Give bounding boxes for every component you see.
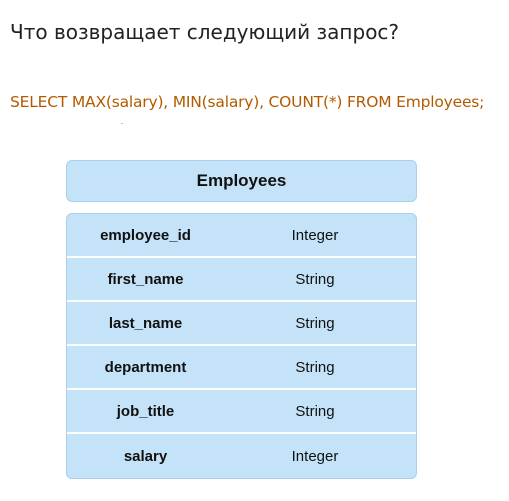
field-type: String <box>295 314 335 332</box>
field-row: last_name String <box>67 302 416 346</box>
field-row: first_name String <box>67 258 416 302</box>
field-name: salary <box>123 447 168 465</box>
question-text: Что возвращает следующий запрос? <box>10 20 400 44</box>
field-name: last_name <box>108 314 183 332</box>
employees-table-schema: Employees employee_id Integer first_name… <box>66 160 417 479</box>
field-name: employee_id <box>100 226 191 244</box>
field-type: Integer <box>291 226 339 244</box>
sql-query: SELECT MAX(salary), MIN(salary), COUNT(*… <box>10 93 485 111</box>
table-title: Employees <box>66 160 417 202</box>
stray-dot <box>121 123 123 124</box>
field-type: String <box>295 270 335 288</box>
field-name: department <box>104 358 187 376</box>
field-name: job_title <box>116 402 175 420</box>
field-row: employee_id Integer <box>67 214 416 258</box>
field-row: department String <box>67 346 416 390</box>
field-list: employee_id Integer first_name String la… <box>66 213 417 479</box>
field-row: salary Integer <box>67 434 416 478</box>
field-row: job_title String <box>67 390 416 434</box>
field-type: Integer <box>291 447 339 465</box>
field-type: String <box>295 402 335 420</box>
field-type: String <box>295 358 335 376</box>
field-name: first_name <box>107 270 184 288</box>
